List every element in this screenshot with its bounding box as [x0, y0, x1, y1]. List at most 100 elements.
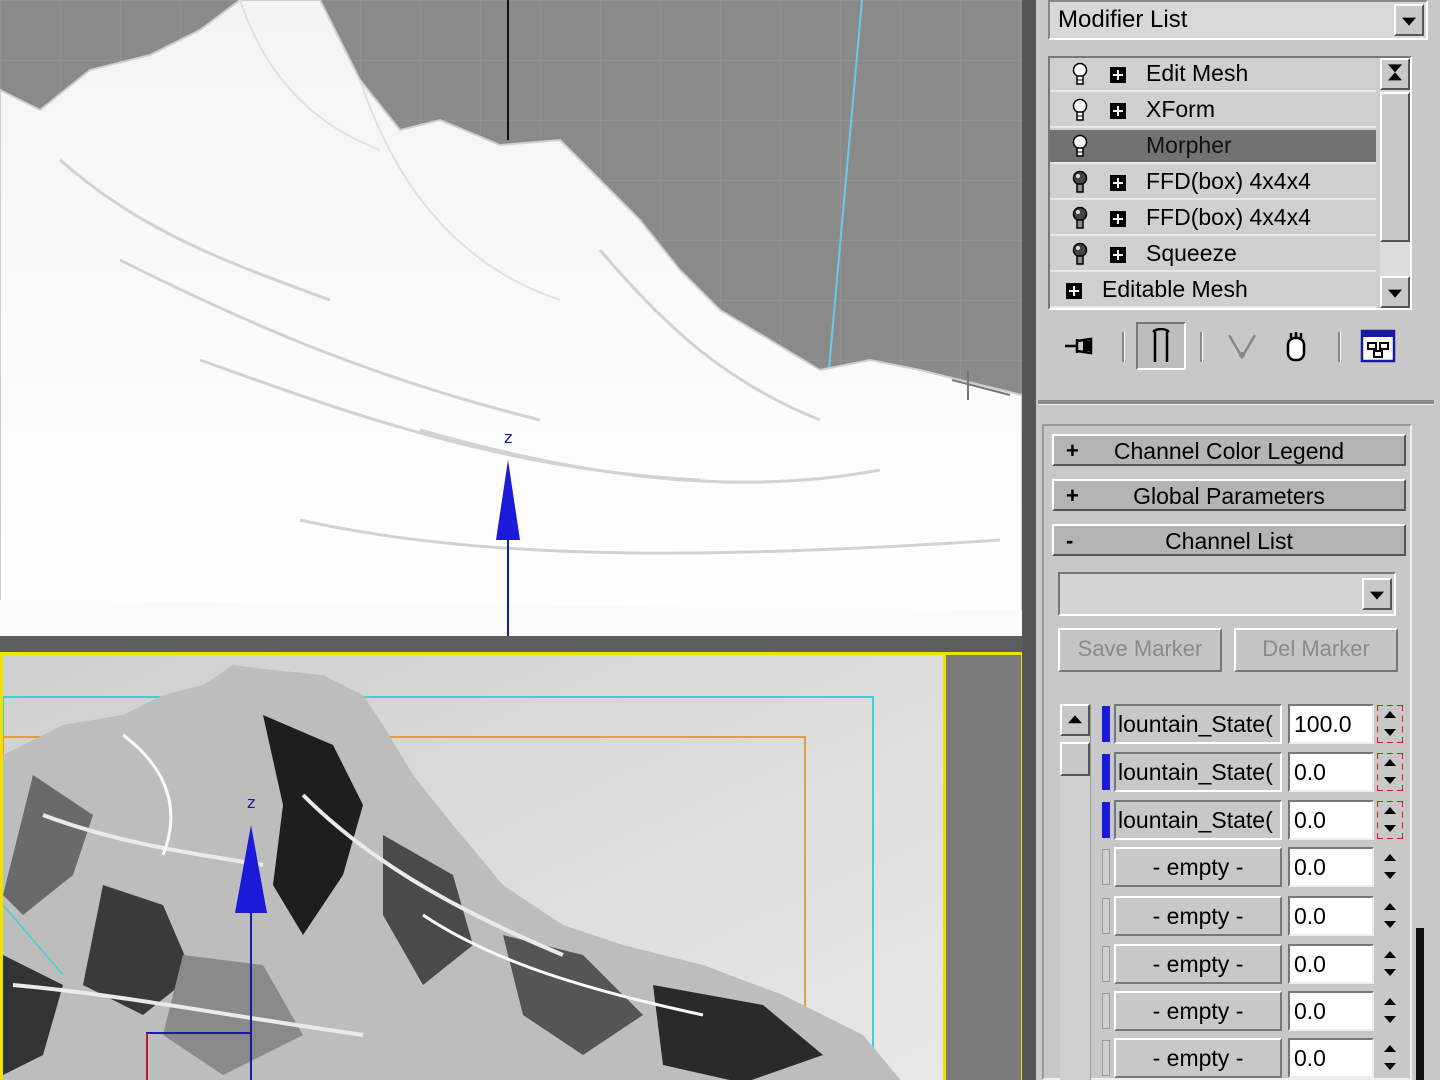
spinner-down-icon[interactable] — [1378, 772, 1402, 790]
command-panel-modify: Modifier List Edit Mesh XForm Morpher FF… — [1036, 0, 1440, 1080]
rollout-title: Channel Color Legend — [1113, 438, 1345, 464]
expand-icon[interactable] — [1110, 211, 1126, 227]
del-marker-button[interactable]: Del Marker — [1234, 628, 1398, 672]
channel-value-spinner[interactable] — [1378, 1040, 1402, 1076]
marker-select-dropdown[interactable] — [1058, 572, 1396, 616]
configure-modifier-sets-icon[interactable] — [1360, 328, 1396, 364]
stack-item-label: Edit Mesh — [1146, 60, 1249, 86]
expand-icon[interactable] — [1110, 247, 1126, 263]
modifier-list-label: Modifier List — [1058, 6, 1188, 33]
channel-name-button[interactable]: - empty - — [1114, 1038, 1282, 1078]
channel-value-spinner[interactable] — [1378, 946, 1402, 982]
gizmo-z-label: z — [247, 793, 256, 812]
channel-value-field[interactable]: 0.0 — [1288, 944, 1374, 984]
channel-value-field[interactable]: 0.0 — [1288, 1038, 1374, 1078]
channel-value-field[interactable]: 0.0 — [1288, 800, 1374, 840]
spinner-down-icon[interactable] — [1378, 820, 1402, 838]
channel-value-spinner[interactable] — [1378, 898, 1402, 934]
scroll-up-icon[interactable] — [1380, 58, 1410, 90]
modifier-list-dropdown[interactable]: Modifier List — [1048, 0, 1428, 40]
viewport-divider[interactable] — [0, 636, 1030, 652]
lightbulb-icon[interactable] — [1072, 98, 1088, 122]
spinner-up-icon[interactable] — [1378, 754, 1402, 772]
viewport-top[interactable]: z — [0, 0, 1022, 636]
modifier-stack[interactable]: Edit Mesh XForm Morpher FFD(box) 4x4x4 F… — [1048, 56, 1412, 310]
lightbulb-icon[interactable] — [1072, 62, 1088, 86]
scrollbar-thumb[interactable] — [1380, 92, 1410, 242]
spinner-up-icon[interactable] — [1378, 1040, 1402, 1058]
spinner-down-icon[interactable] — [1378, 916, 1402, 934]
remove-modifier-icon[interactable] — [1278, 328, 1314, 364]
spinner-up-icon[interactable] — [1378, 898, 1402, 916]
scrollbar-thumb[interactable] — [1060, 742, 1090, 776]
command-panel-scrollbar[interactable] — [1416, 928, 1424, 1080]
show-end-result-icon[interactable] — [1136, 322, 1186, 370]
expand-icon[interactable] — [1110, 67, 1126, 83]
spinner-down-icon[interactable] — [1378, 1011, 1402, 1029]
channel-row: - empty - 0.0 — [1102, 847, 1412, 887]
stack-item-edit-mesh[interactable]: Edit Mesh — [1050, 58, 1376, 92]
channel-name-button[interactable]: - empty - — [1114, 896, 1282, 936]
rollout-channel-list[interactable]: - Channel List — [1052, 524, 1406, 556]
channel-value-field[interactable]: 0.0 — [1288, 752, 1374, 792]
channel-value-spinner[interactable] — [1378, 993, 1402, 1029]
lightbulb-icon[interactable] — [1072, 206, 1088, 230]
channel-value-spinner[interactable] — [1378, 849, 1402, 885]
channel-name-button[interactable]: - empty - — [1114, 944, 1282, 984]
scroll-down-icon[interactable] — [1380, 276, 1410, 308]
toolbar-separator — [1200, 332, 1203, 362]
rollout-global-parameters[interactable]: + Global Parameters — [1052, 479, 1406, 511]
stack-item-label: Squeeze — [1146, 240, 1237, 266]
channel-name-button[interactable]: - empty - — [1114, 991, 1282, 1031]
rollout-title: Channel List — [1165, 528, 1293, 554]
make-unique-icon[interactable] — [1224, 328, 1260, 364]
save-marker-button[interactable]: Save Marker — [1058, 628, 1222, 672]
gizmo-z-label: z — [504, 428, 513, 447]
channel-value-field[interactable]: 0.0 — [1288, 896, 1374, 936]
lightbulb-icon[interactable] — [1072, 170, 1088, 194]
channel-value-spinner[interactable] — [1377, 753, 1403, 791]
channel-value-spinner[interactable] — [1377, 801, 1403, 839]
channel-list-scrollbar[interactable] — [1060, 704, 1091, 1080]
spinner-up-icon[interactable] — [1378, 993, 1402, 1011]
spinner-up-icon[interactable] — [1378, 802, 1402, 820]
terrain-render-top — [0, 0, 1022, 636]
scroll-up-icon[interactable] — [1060, 704, 1090, 736]
spinner-up-icon[interactable] — [1378, 706, 1402, 724]
channel-value-field[interactable]: 100.0 — [1288, 704, 1374, 744]
channel-name-button[interactable]: lountain_State( — [1114, 704, 1282, 744]
channel-value-field[interactable]: 0.0 — [1288, 991, 1374, 1031]
stack-item-squeeze[interactable]: Squeeze — [1050, 238, 1376, 272]
channel-value-field[interactable]: 0.0 — [1288, 847, 1374, 887]
expand-icon[interactable] — [1110, 175, 1126, 191]
stack-item-ffd-box-1[interactable]: FFD(box) 4x4x4 — [1050, 166, 1376, 200]
channel-value-spinner[interactable] — [1377, 705, 1403, 743]
lightbulb-icon[interactable] — [1072, 134, 1088, 158]
channel-name-button[interactable]: - empty - — [1114, 847, 1282, 887]
rollout-title: Global Parameters — [1133, 483, 1325, 509]
expand-icon[interactable] — [1066, 283, 1082, 299]
spinner-down-icon[interactable] — [1378, 724, 1402, 742]
spinner-down-icon[interactable] — [1378, 964, 1402, 982]
spinner-down-icon[interactable] — [1378, 1058, 1402, 1076]
channel-name-button[interactable]: lountain_State( — [1114, 800, 1282, 840]
spinner-up-icon[interactable] — [1378, 849, 1402, 867]
stack-item-label: FFD(box) 4x4x4 — [1146, 204, 1311, 230]
stack-item-editable-mesh[interactable]: Editable Mesh — [1050, 274, 1376, 308]
viewport-camera-active[interactable]: z — [0, 652, 1024, 1080]
stack-item-morpher[interactable]: Morpher — [1050, 130, 1376, 164]
stack-item-label: Morpher — [1146, 132, 1232, 158]
channel-name-button[interactable]: lountain_State( — [1114, 752, 1282, 792]
chevron-down-icon[interactable] — [1394, 4, 1424, 36]
expand-icon[interactable] — [1110, 103, 1126, 119]
lightbulb-icon[interactable] — [1072, 242, 1088, 266]
rollout-channel-color-legend[interactable]: + Channel Color Legend — [1052, 434, 1406, 466]
chevron-down-icon[interactable] — [1362, 578, 1392, 610]
pin-stack-icon[interactable] — [1062, 328, 1098, 364]
stack-item-ffd-box-2[interactable]: FFD(box) 4x4x4 — [1050, 202, 1376, 236]
spinner-up-icon[interactable] — [1378, 946, 1402, 964]
stack-item-xform[interactable]: XForm — [1050, 94, 1376, 128]
stack-scrollbar[interactable] — [1380, 58, 1410, 308]
channel-row: - empty - 0.0 — [1102, 896, 1412, 936]
spinner-down-icon[interactable] — [1378, 867, 1402, 885]
